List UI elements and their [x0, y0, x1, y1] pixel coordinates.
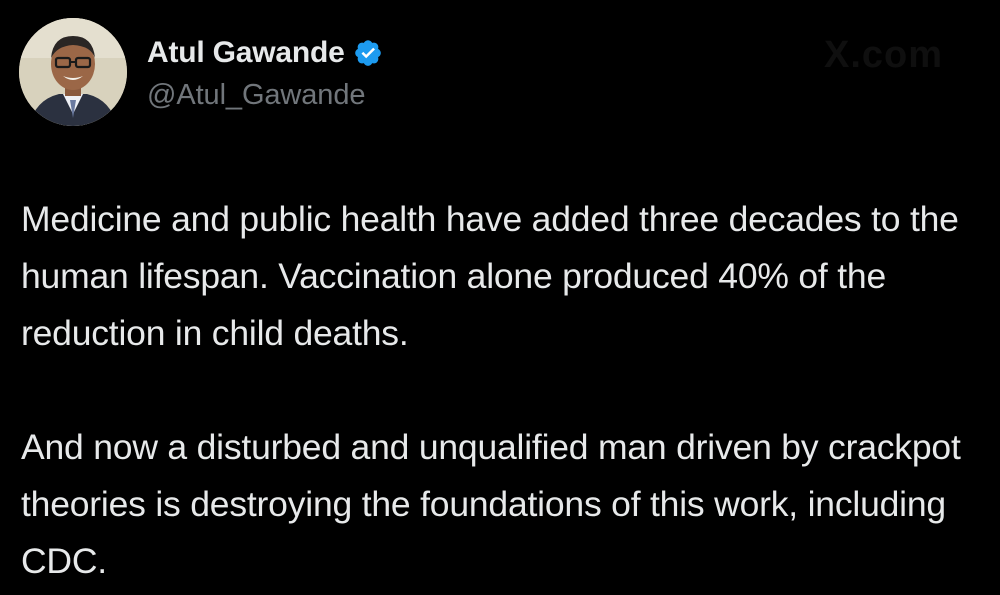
tweet-text: Medicine and public health have added th…: [21, 191, 981, 590]
author-name-row: Atul Gawande: [147, 33, 383, 73]
profile-photo-icon: [19, 18, 127, 126]
author-name[interactable]: Atul Gawande: [147, 36, 345, 70]
avatar[interactable]: [19, 18, 127, 126]
watermark: X.com: [824, 34, 944, 76]
tweet-paragraph: And now a disturbed and unqualified man …: [21, 427, 961, 581]
author-handle[interactable]: @Atul_Gawande: [147, 79, 365, 112]
tweet-paragraph: Medicine and public health have added th…: [21, 199, 959, 353]
tweet-card: Atul Gawande @Atul_Gawande X.com Medicin…: [0, 0, 1000, 595]
verified-badge-icon: [353, 38, 383, 68]
